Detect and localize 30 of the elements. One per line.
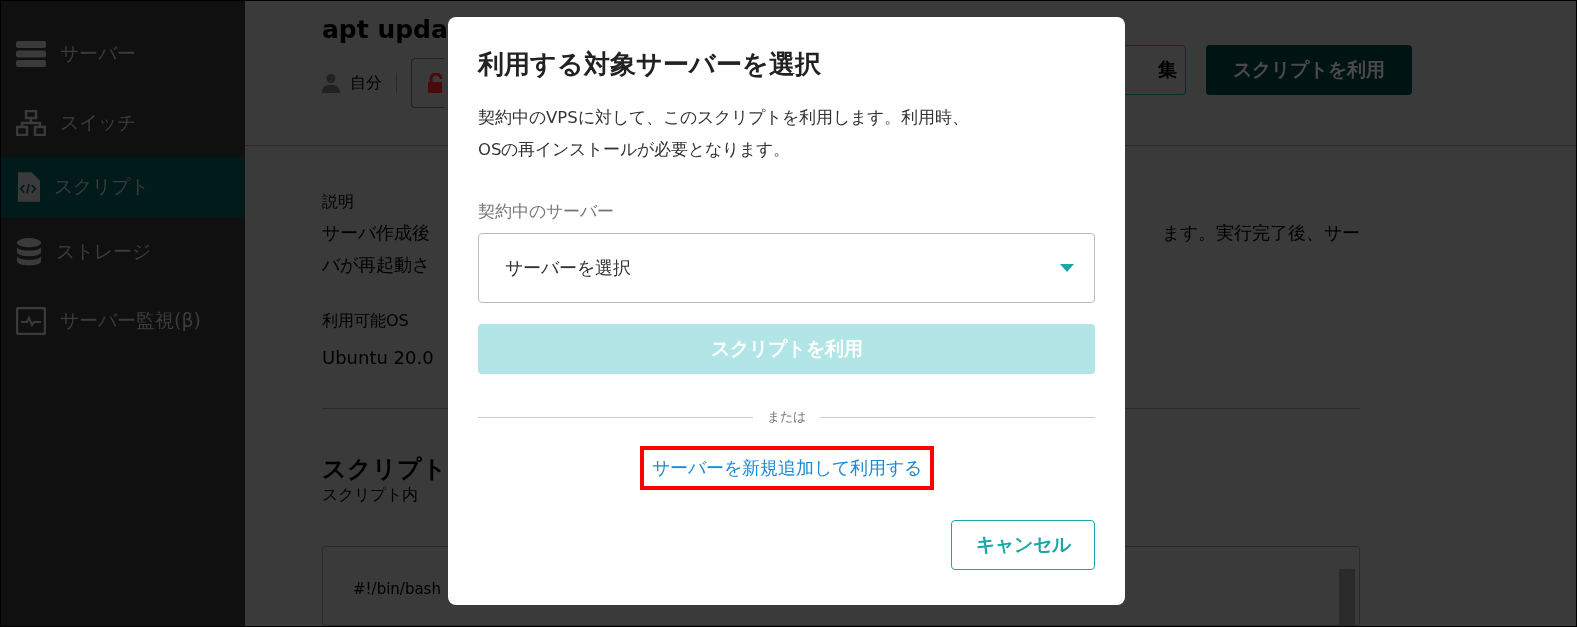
dialog-title: 利用する対象サーバーを選択	[478, 48, 822, 81]
lock-icon	[428, 73, 442, 93]
os-label: 利用可能OS	[322, 311, 409, 332]
section-title: スクリプト	[322, 454, 447, 485]
dialog-text: 契約中のVPSに対して、このスクリプトを利用します。利用時、	[478, 107, 970, 129]
cancel-button[interactable]: キャンセル	[951, 520, 1095, 570]
caret-icon	[1060, 264, 1074, 272]
use-script-button[interactable]: スクリプトを利用	[1206, 45, 1412, 95]
separator-text: または	[767, 408, 806, 426]
description-text: ます。実行完了後、サー	[1162, 221, 1360, 245]
monitor-icon	[16, 306, 46, 335]
description-text: バが再起動さ	[322, 253, 430, 277]
scrollbar[interactable]	[1339, 569, 1355, 626]
lock-button[interactable]	[411, 58, 444, 108]
dialog-text: OSの再インストールが必要となります。	[478, 139, 792, 161]
user-icon	[322, 73, 340, 93]
database-icon	[16, 236, 42, 267]
server-icon	[16, 40, 46, 67]
add-server-link[interactable]: サーバーを新規追加して利用する	[651, 457, 922, 478]
sidebar-item[interactable]: スクリプト	[1, 157, 245, 217]
content-label: スクリプト内	[322, 485, 418, 506]
description-text: サーバ作成後	[322, 221, 430, 245]
page-title: apt upda	[322, 15, 448, 44]
code-line: #!/bin/bash	[353, 580, 441, 598]
code-file-icon	[16, 172, 40, 202]
select-label: 契約中のサーバー	[478, 200, 615, 223]
server-select[interactable]: サーバーを選択	[478, 233, 1095, 303]
description-label: 説明	[322, 192, 354, 213]
os-value: Ubuntu 20.0	[322, 346, 434, 370]
network-icon	[16, 109, 46, 136]
